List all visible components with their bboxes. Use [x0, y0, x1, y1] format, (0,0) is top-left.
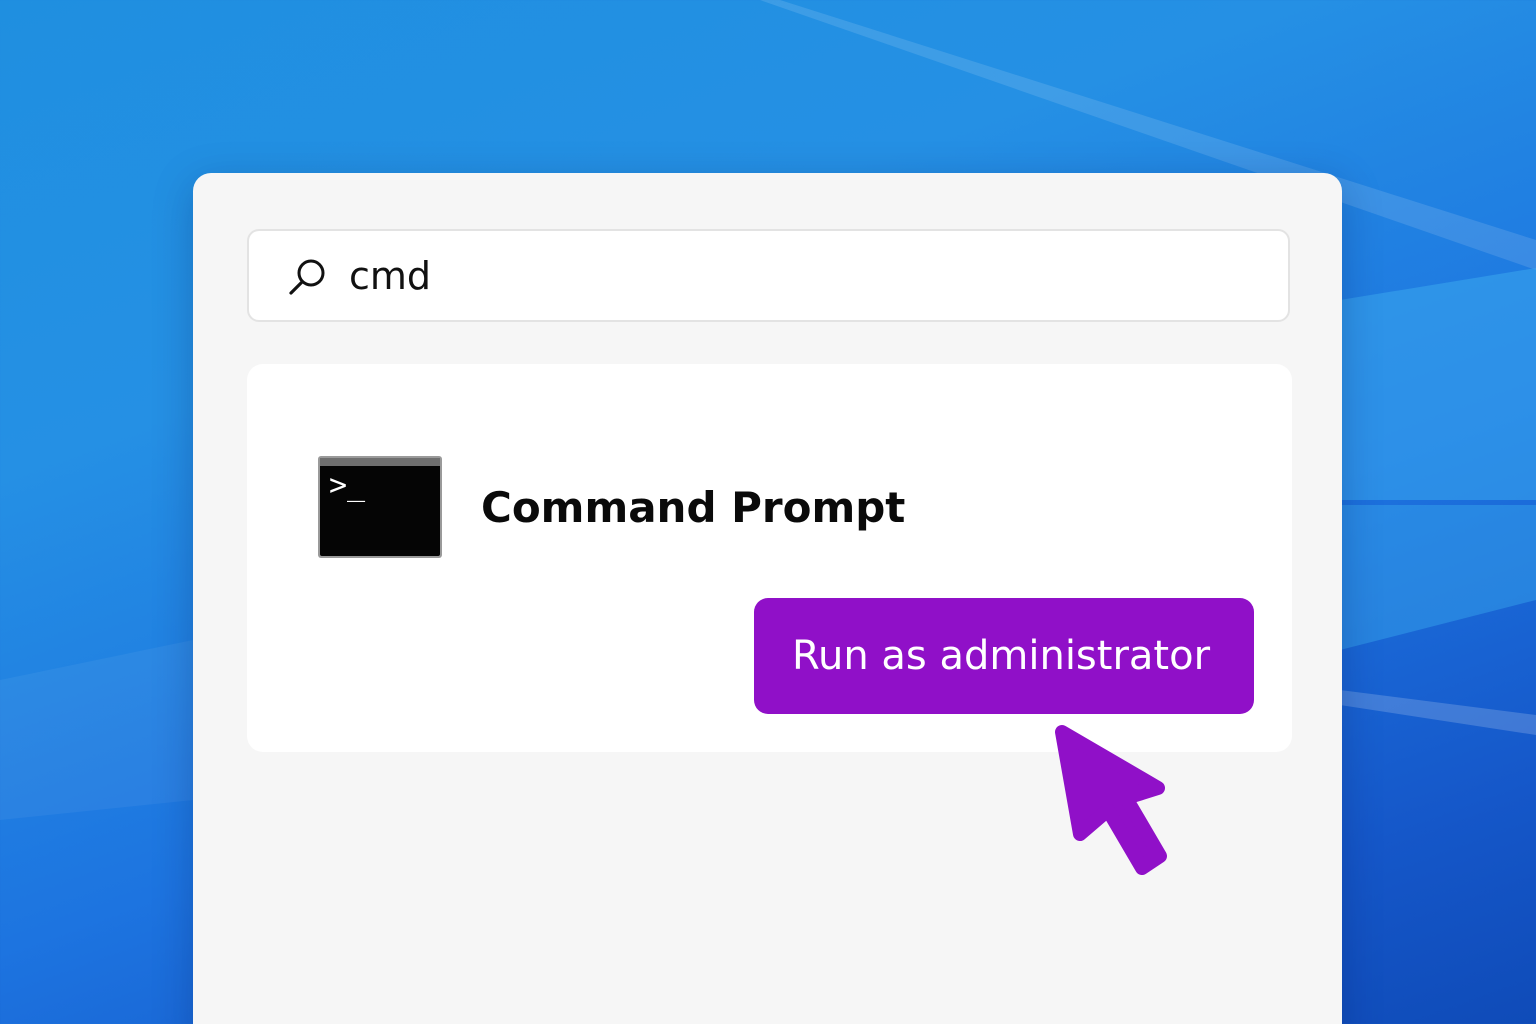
terminal-glyph: >_: [329, 468, 366, 503]
search-input[interactable]: [349, 247, 1249, 305]
start-search-panel: >_ Command Prompt Run as administrator: [193, 173, 1342, 1024]
search-box[interactable]: [247, 229, 1290, 322]
result-app-name: Command Prompt: [481, 482, 906, 532]
pointer-arrow-icon: [1055, 725, 1167, 875]
result-command-prompt[interactable]: >_ Command Prompt: [317, 454, 957, 560]
search-icon: [289, 259, 325, 295]
terminal-icon: >_: [318, 456, 442, 558]
run-as-administrator-button[interactable]: Run as administrator: [754, 598, 1254, 714]
search-results-card: >_ Command Prompt Run as administrator: [247, 364, 1292, 752]
